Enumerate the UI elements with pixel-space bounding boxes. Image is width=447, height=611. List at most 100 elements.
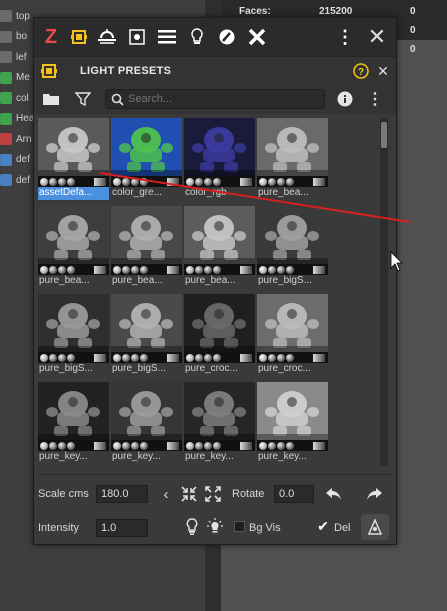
- brush-icon[interactable]: [216, 26, 238, 48]
- sphere-icon: [49, 265, 57, 274]
- sphere-icon: [195, 441, 203, 450]
- tools-icon[interactable]: [246, 26, 268, 48]
- env-map-icon: [313, 441, 325, 450]
- preset-tile[interactable]: pure_bigS...: [257, 206, 328, 290]
- sphere-icon: [204, 441, 212, 450]
- panel-header: LIGHT PRESETS ? ✕: [34, 56, 396, 84]
- env-map-icon: [94, 177, 106, 186]
- mask-icon[interactable]: [361, 514, 389, 540]
- question-icon[interactable]: ?: [350, 60, 372, 82]
- sphere-icon: [268, 353, 276, 362]
- outliner-item[interactable]: top: [0, 8, 30, 24]
- divider: [38, 474, 392, 475]
- scroll-thumb[interactable]: [381, 122, 387, 148]
- preset-tile[interactable]: pure_bea...: [111, 206, 182, 290]
- sun-icon[interactable]: [126, 26, 148, 48]
- outliner-item[interactable]: Hea: [0, 111, 34, 127]
- sphere-icon: [213, 353, 221, 362]
- matcap-balls: [257, 352, 328, 363]
- outliner-item[interactable]: bo: [0, 29, 27, 45]
- preset-thumbnail: [257, 382, 328, 440]
- bgvis-checkbox[interactable]: [234, 521, 245, 532]
- preset-tile[interactable]: pure_bea...: [257, 118, 328, 202]
- layer-icon: [0, 153, 12, 166]
- outliner-item[interactable]: col: [0, 90, 29, 106]
- outliner-item[interactable]: Me: [0, 70, 30, 86]
- outliner-item[interactable]: def: [0, 172, 30, 188]
- bulb-rays-icon[interactable]: [206, 517, 224, 537]
- close-icon[interactable]: ✕: [366, 24, 388, 49]
- preset-tile[interactable]: pure_croc...: [184, 294, 255, 378]
- preset-tile[interactable]: pure_croc...: [257, 294, 328, 378]
- redo-icon[interactable]: [364, 484, 384, 504]
- search-icon: [111, 93, 124, 106]
- light-horizon-icon[interactable]: [96, 26, 118, 48]
- preset-tile[interactable]: pure_key...: [184, 382, 255, 466]
- sphere-icon: [58, 353, 66, 362]
- outliner-item-label: col: [16, 92, 29, 104]
- sphere-icon: [140, 353, 148, 362]
- env-map-icon: [313, 177, 325, 186]
- rotate-label: Rotate: [232, 488, 265, 500]
- cube-icon[interactable]: [68, 26, 90, 48]
- folder-icon[interactable]: [42, 90, 60, 108]
- preset-thumbnail: [257, 206, 328, 264]
- outliner-item[interactable]: lef: [0, 49, 27, 65]
- preset-label: assetDefa...: [38, 187, 109, 200]
- search-input[interactable]: [128, 93, 318, 105]
- outliner-item[interactable]: Arn: [0, 131, 32, 147]
- preset-tile[interactable]: color_rgb: [184, 118, 255, 202]
- preset-tile[interactable]: assetDefa...: [38, 118, 109, 202]
- rotate-input[interactable]: 0.0: [274, 485, 314, 503]
- filter-icon[interactable]: [74, 90, 92, 108]
- bulb-outline-icon[interactable]: [184, 517, 200, 537]
- stat-value: 0: [410, 6, 416, 17]
- sphere-icon: [67, 441, 75, 450]
- preset-tile[interactable]: pure_key...: [38, 382, 109, 466]
- outliner-item-label: Hea: [16, 113, 35, 124]
- del-label: Del: [334, 522, 351, 534]
- sphere-icon: [131, 441, 139, 450]
- more-vert-icon[interactable]: ⋮: [334, 26, 356, 48]
- grid-scrollbar[interactable]: [380, 118, 388, 466]
- intensity-input[interactable]: 1.0: [96, 519, 148, 537]
- scale-input[interactable]: 180.0: [96, 485, 148, 503]
- expand-icon[interactable]: [204, 485, 222, 503]
- matcap-balls: [111, 176, 182, 187]
- preset-thumbnail: [257, 118, 328, 176]
- matcap-balls: [184, 176, 255, 187]
- sphere-icon: [140, 177, 148, 186]
- close-icon[interactable]: ✕: [372, 60, 394, 82]
- chevron-left-icon[interactable]: ‹: [160, 484, 172, 504]
- sphere-icon: [277, 441, 285, 450]
- more-vert-icon[interactable]: ⋮: [367, 90, 383, 108]
- preset-tile[interactable]: pure_key...: [111, 382, 182, 466]
- zbrush-icon[interactable]: Z: [40, 26, 62, 48]
- light-presets-panel: Z ⋮ ✕ LIGHT PRESETS ? ✕ Search... ⋮ asse…: [33, 17, 397, 545]
- info-icon[interactable]: [336, 90, 354, 108]
- list-icon[interactable]: [156, 26, 178, 48]
- stat-value: 0: [410, 25, 416, 36]
- sphere-icon: [131, 265, 139, 274]
- sphere-icon: [122, 441, 130, 450]
- preset-tile[interactable]: pure_bea...: [38, 206, 109, 290]
- outliner-item-label: lef: [16, 51, 27, 63]
- shrink-icon[interactable]: [180, 485, 198, 503]
- del-checkbox[interactable]: ✔: [316, 518, 330, 534]
- preset-thumbnail: [111, 294, 182, 352]
- outliner-item[interactable]: def: [0, 152, 30, 168]
- preset-tile[interactable]: pure_bea...: [184, 206, 255, 290]
- preset-tile[interactable]: pure_bigS...: [111, 294, 182, 378]
- sphere-icon: [277, 353, 285, 362]
- panel-title: LIGHT PRESETS: [80, 65, 172, 77]
- env-map-icon: [167, 441, 179, 450]
- undo-icon[interactable]: [324, 484, 344, 504]
- preset-label: pure_key...: [39, 451, 88, 462]
- preset-tile[interactable]: pure_key...: [257, 382, 328, 466]
- preset-tile[interactable]: pure_bigS...: [38, 294, 109, 378]
- bulb-icon[interactable]: [186, 26, 208, 48]
- sphere-icon: [186, 265, 194, 274]
- search-field[interactable]: [105, 89, 325, 109]
- sphere-icon: [113, 353, 121, 362]
- preset-tile[interactable]: color_gre...: [111, 118, 182, 202]
